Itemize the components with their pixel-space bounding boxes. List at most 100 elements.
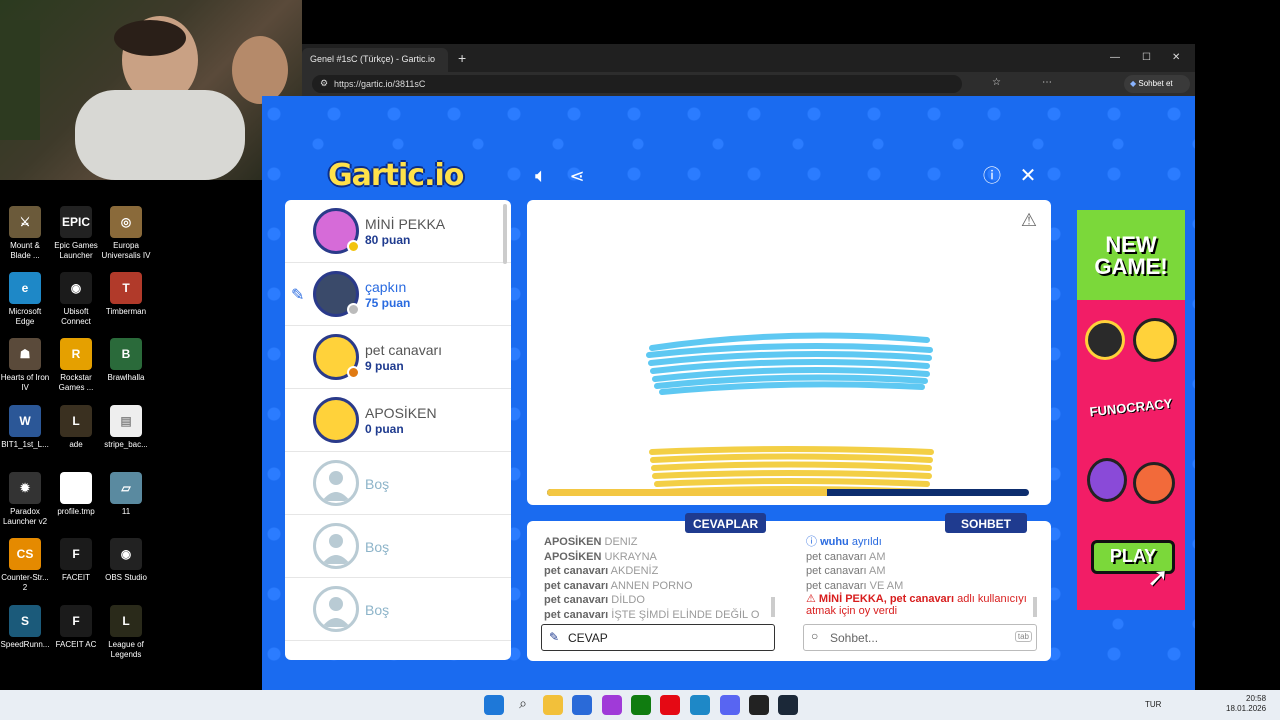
player-row[interactable]: APOSİKEN 0 puan (285, 389, 511, 452)
chat-user: pet canavarı (806, 565, 867, 577)
empty-avatar-icon (313, 460, 359, 506)
desktop-icon[interactable]: e Microsoft Edge (0, 272, 50, 327)
desktop-icon-label: Paradox Launcher v2 (2, 507, 48, 526)
answer-user: pet canavarı (544, 608, 609, 621)
answers-scrollbar[interactable] (771, 597, 775, 617)
steam-icon[interactable] (778, 695, 798, 715)
url-field[interactable]: ⚙ https://gartic.io/3811sC (312, 75, 962, 93)
xbox-icon[interactable] (631, 695, 651, 715)
desktop-app-icon: R (60, 338, 92, 370)
empty-slot: Boş (285, 578, 511, 641)
player-list-scrollbar[interactable] (503, 204, 507, 264)
chat-text: AM (866, 550, 886, 563)
close-window-icon[interactable]: ✕ (1172, 52, 1180, 63)
vote-users: MİNİ PEKKA, pet canavarı (818, 593, 955, 605)
discord-icon[interactable] (720, 695, 740, 715)
chat-header[interactable]: SOHBET (945, 513, 1027, 533)
favorites-icon[interactable]: ☆ (992, 77, 1001, 88)
desktop-icon[interactable]: F FACEIT AC (51, 605, 101, 650)
copilot-label: Sohbet et (1138, 79, 1173, 88)
desktop-icon[interactable]: F FACEIT (51, 538, 101, 583)
site-info-icon[interactable]: ⚙ (320, 78, 328, 89)
answers-header[interactable]: CEVAPLAR (685, 513, 767, 533)
answer-text: UKRAYNA (601, 550, 657, 563)
player-score: 80 puan (365, 233, 411, 247)
maximize-icon[interactable]: ☐ (1142, 52, 1151, 63)
chat-left-user: wuhu (820, 536, 849, 548)
desktop-icon[interactable]: profile.tmp (51, 472, 101, 517)
chat-scrollbar[interactable] (1033, 597, 1037, 617)
desktop-icon[interactable]: ☗ Hearts of Iron IV (0, 338, 50, 393)
language-indicator[interactable]: TUR (1145, 700, 1161, 709)
new-tab-icon[interactable]: + (458, 50, 466, 66)
more-icon[interactable]: ⋯ (1042, 77, 1052, 88)
webcam-overlay (0, 0, 302, 180)
desktop-app-icon: W (9, 405, 41, 437)
drawing (646, 332, 934, 495)
start-icon[interactable] (484, 695, 504, 715)
desktop-icon[interactable]: ✹ Paradox Launcher v2 (0, 472, 50, 527)
desktop-icon[interactable]: B Brawlhalla (101, 338, 151, 383)
browser-tab[interactable]: Genel #1sC (Türkçe) - Gartic.io (302, 48, 448, 72)
desktop-icon-label: profile.tmp (57, 507, 95, 516)
chat-list: ⓘ wuhu ayrıldı pet canavarı AM pet canava… (806, 535, 1036, 617)
desktop-icon[interactable]: ⚔ Mount & Blade ... (0, 206, 50, 261)
answers-chat-panel: CEVAPLAR SOHBET APOSİKEN DENIZ APOSİKEN U… (527, 513, 1051, 661)
app-icon[interactable] (602, 695, 622, 715)
desktop-icon[interactable]: L League of Legends (101, 605, 151, 660)
desktop-icon[interactable]: ▤ stripe_bac... (101, 405, 151, 450)
desktop-icon[interactable]: ◉ Ubisoft Connect (51, 272, 101, 327)
player-name: APOSİKEN (365, 405, 437, 421)
address-bar: ⚙ https://gartic.io/3811sC ☆ ⋯ ◆ Sohbet … (302, 72, 1195, 96)
desktop-icon[interactable]: ▱ 11 (101, 472, 151, 517)
minimize-icon[interactable]: — (1110, 52, 1120, 63)
netflix-icon[interactable] (660, 695, 680, 715)
advertisement[interactable]: NEW GAME! FUNOCRACY PLAY ➚ (1077, 210, 1185, 610)
desktop-icon[interactable]: S SpeedRunn... (0, 605, 50, 650)
desktop-icon-label: FACEIT AC (55, 640, 97, 649)
answer-item: pet canavarı ANNEN PORNO (544, 579, 774, 594)
share-icon[interactable]: ⋖ (565, 164, 589, 188)
sound-icon[interactable]: 🔈︎ (529, 164, 553, 188)
desktop-icon[interactable]: ◎ Europa Universalis IV (101, 206, 151, 261)
report-warning-icon[interactable]: ⚠ (1021, 210, 1037, 231)
desktop-app-icon: L (110, 605, 142, 637)
gartic-logo[interactable]: Gartic.io (328, 158, 464, 193)
desktop-app-icon: F (60, 538, 92, 570)
status-dot (347, 240, 360, 253)
search-icon[interactable]: ⌕ (513, 695, 533, 715)
desktop-icon[interactable]: EPIC Epic Games Launcher (51, 206, 101, 261)
desktop-icon[interactable]: R Rockstar Games ... (51, 338, 101, 393)
clock[interactable]: 20:58 18.01.2026 (1226, 694, 1266, 714)
edge-icon[interactable] (690, 695, 710, 715)
file-explorer-icon[interactable] (543, 695, 563, 715)
chat-input[interactable]: ○ Sohbet... tab (803, 624, 1037, 651)
desktop-icon[interactable]: Lade (51, 405, 101, 450)
desktop-icon[interactable]: ◉ OBS Studio (101, 538, 151, 583)
player-row[interactable]: MİNİ PEKKA 80 puan (285, 200, 511, 263)
player-row[interactable]: ✎ çapkın 75 puan (285, 263, 511, 326)
ad-face-icon (1133, 318, 1177, 362)
desktop-app-icon: EPIC (60, 206, 92, 238)
desktop-app-icon: ◉ (60, 272, 92, 304)
desktop-app-icon: F (60, 605, 92, 637)
desktop-icon-label: Hearts of Iron IV (0, 373, 50, 392)
desktop-icon[interactable]: T Timberman (101, 272, 151, 317)
drawing-pencil-icon: ✎ (291, 287, 305, 304)
store-icon[interactable] (572, 695, 592, 715)
desktop-icon-label: Brawlhalla (107, 373, 145, 382)
answer-input[interactable]: ✎ CEVAP (541, 624, 775, 651)
close-icon[interactable]: ✕ (1016, 164, 1040, 188)
player-row[interactable]: pet canavarı 9 puan (285, 326, 511, 389)
info-icon[interactable]: ⓘ (980, 164, 1004, 188)
answers-list: APOSİKEN DENIZ APOSİKEN UKRAYNA pet canava… (544, 535, 774, 622)
answer-item: APOSİKEN UKRAYNA (544, 550, 774, 565)
copilot-button[interactable]: ◆ Sohbet et (1124, 75, 1190, 93)
obs-icon[interactable] (749, 695, 769, 715)
empty-slot: Boş (285, 515, 511, 578)
url-text: https://gartic.io/3811sC (334, 79, 426, 89)
desktop-icon[interactable]: W BIT1_1st_L... (0, 405, 50, 450)
desktop-icon[interactable]: CS Counter-Str... 2 (0, 538, 50, 593)
drawing-canvas[interactable]: ⚠ (527, 200, 1051, 505)
desktop-icon-label: Europa Universalis IV (101, 241, 151, 260)
